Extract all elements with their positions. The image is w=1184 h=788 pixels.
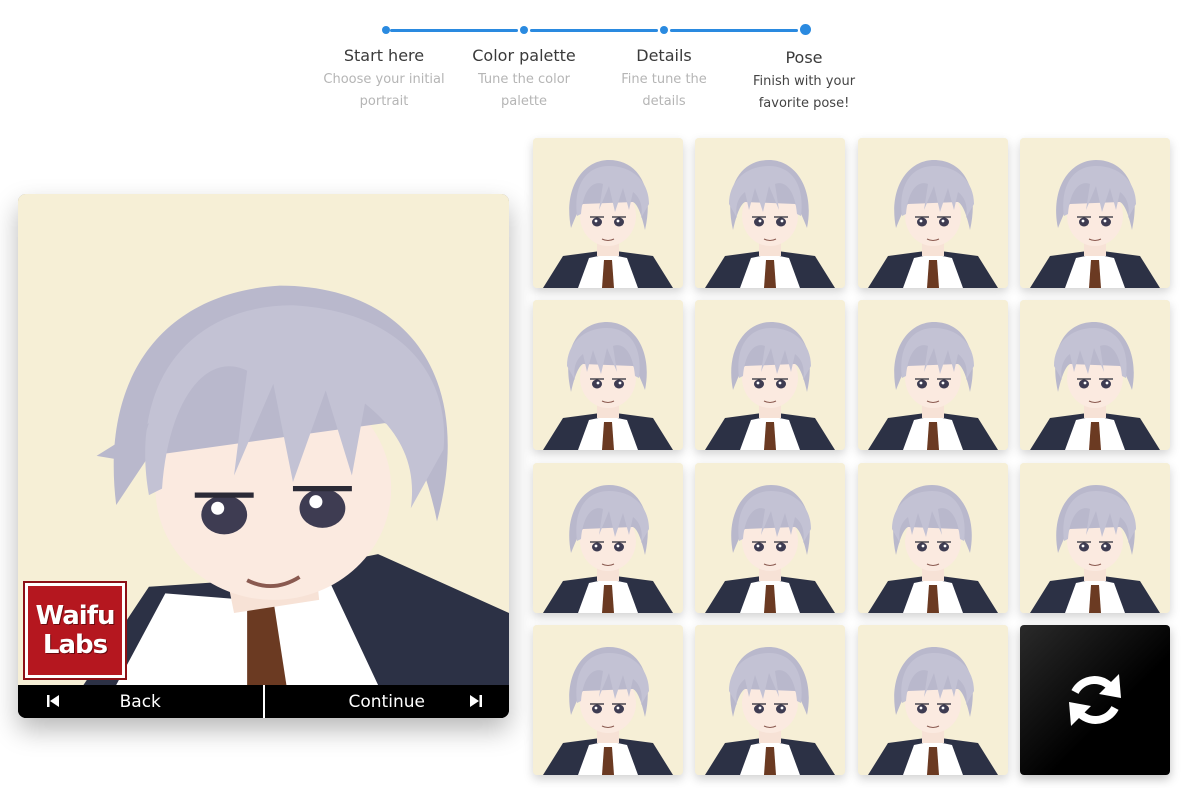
- pose-thumbnail[interactable]: [858, 300, 1008, 450]
- pose-thumbnail[interactable]: [858, 463, 1008, 613]
- pose-thumbnail[interactable]: [695, 138, 845, 288]
- pose-thumbnail[interactable]: [858, 138, 1008, 288]
- step-subtitle: Tune the color palette: [477, 72, 571, 109]
- continue-label: Continue: [348, 691, 425, 712]
- progress-line: [390, 29, 518, 32]
- pose-thumbnail[interactable]: [695, 300, 845, 450]
- pose-thumbnail[interactable]: [533, 463, 683, 613]
- step-title: Pose: [785, 48, 823, 67]
- skip-forward-icon: [470, 695, 482, 707]
- step-title: Color palette: [472, 46, 576, 65]
- step-dot[interactable]: [520, 26, 528, 34]
- skip-back-icon: [47, 695, 59, 707]
- pose-thumbnail[interactable]: [533, 138, 683, 288]
- step-title: Details: [636, 46, 692, 65]
- step-title: Start here: [343, 46, 425, 65]
- progress-line: [530, 29, 658, 32]
- continue-button[interactable]: Continue: [265, 685, 510, 718]
- progress-steps: Start here Choose your initial portrait …: [0, 0, 1184, 130]
- refresh-button[interactable]: [1020, 625, 1170, 775]
- pose-thumbnail[interactable]: [695, 463, 845, 613]
- pose-thumbnail[interactable]: [1020, 463, 1170, 613]
- step-subtitle: Choose your initial portrait: [323, 72, 445, 109]
- pose-thumbnail[interactable]: [695, 625, 845, 775]
- back-label: Back: [119, 691, 161, 712]
- refresh-icon: [1069, 674, 1121, 726]
- pose-thumbnail[interactable]: [1020, 138, 1170, 288]
- pose-thumbnail[interactable]: [858, 625, 1008, 775]
- pose-thumbnail[interactable]: [1020, 300, 1170, 450]
- selected-portrait-card: Waifu Labs Back Continue: [18, 194, 509, 718]
- back-button[interactable]: Back: [18, 685, 265, 718]
- pose-thumbnail[interactable]: [533, 300, 683, 450]
- step-pose[interactable]: Pose Finish with your favorite pose!: [729, 48, 879, 115]
- progress-line: [670, 29, 798, 32]
- step-subtitle: Fine tune the details: [621, 72, 707, 109]
- step-dot[interactable]: [660, 26, 668, 34]
- portrait-nav: Back Continue: [18, 685, 509, 718]
- step-dot-current[interactable]: [800, 24, 811, 35]
- waifu-labs-logo: Waifu Labs: [23, 581, 127, 680]
- pose-thumbnail[interactable]: [533, 625, 683, 775]
- step-dot[interactable]: [382, 26, 390, 34]
- step-subtitle: Finish with your favorite pose!: [752, 74, 856, 111]
- step-details[interactable]: Details Fine tune the details: [589, 46, 739, 113]
- step-start[interactable]: Start here Choose your initial portrait: [309, 46, 459, 113]
- step-color-palette[interactable]: Color palette Tune the color palette: [449, 46, 599, 113]
